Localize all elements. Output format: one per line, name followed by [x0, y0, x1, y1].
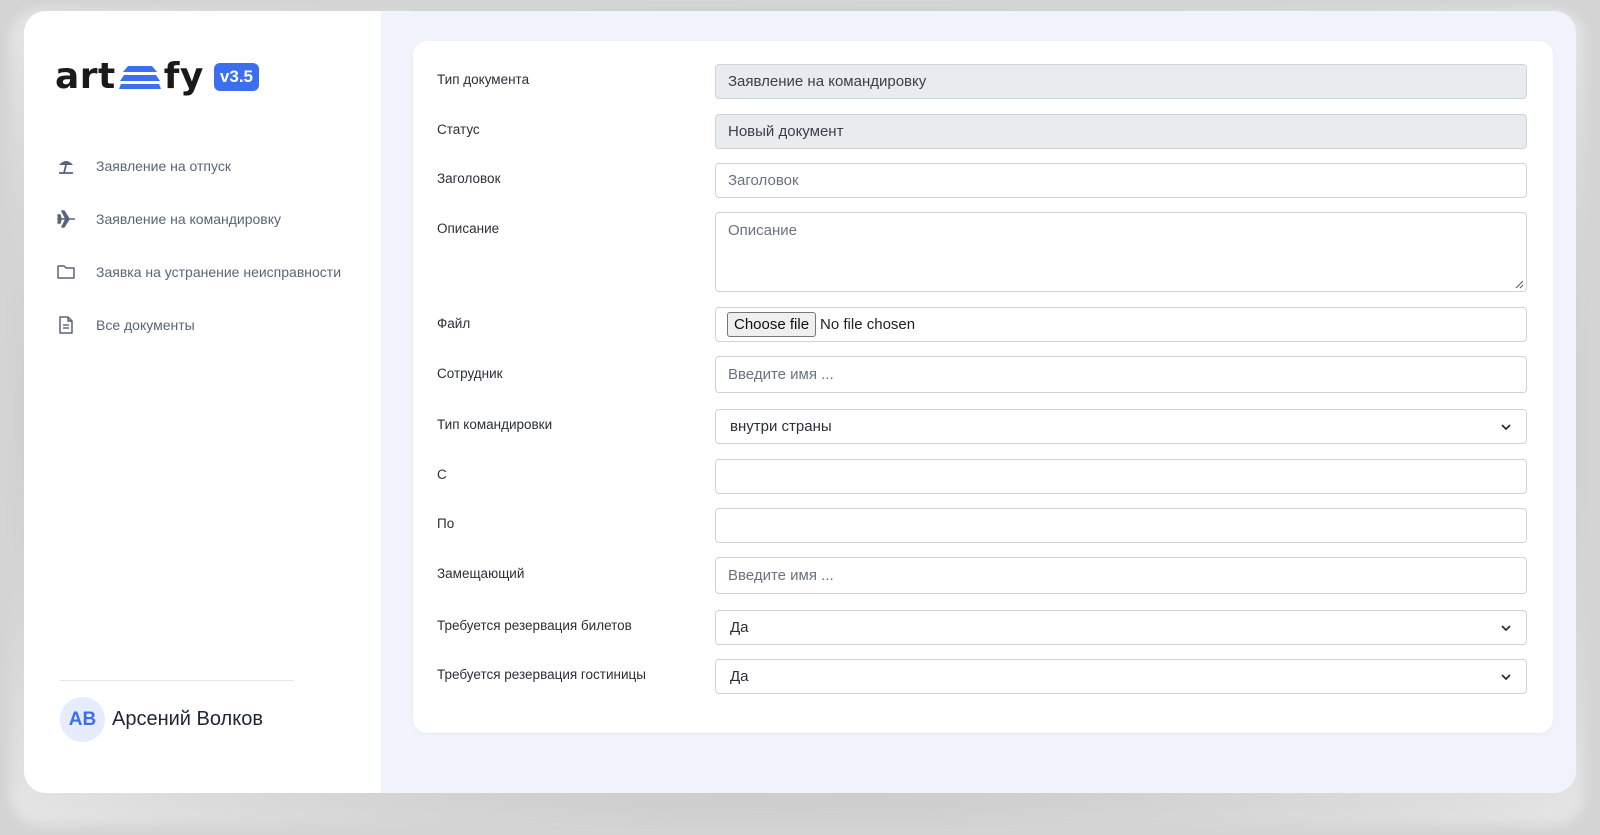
sidebar-divider: [60, 680, 294, 681]
resize-grip-icon[interactable]: [1514, 279, 1524, 289]
file-input: Choose file No file chosen: [715, 307, 1527, 342]
sidebar-item-label: Заявка на устранение неисправности: [96, 263, 342, 280]
version-badge: v3.5: [213, 62, 259, 91]
hotel-value: Да: [730, 668, 749, 685]
sidebar: art fy v3.5 Заявление на отпуск Заявлени…: [24, 11, 381, 793]
app-window: art fy v3.5 Заявление на отпуск Заявлени…: [24, 11, 1576, 793]
chevron-down-icon: [1501, 624, 1511, 631]
avatar: АВ: [60, 697, 105, 742]
employee-label: Сотрудник: [437, 366, 503, 381]
sidebar-item-label: Заявление на отпуск: [96, 157, 231, 174]
chevron-down-icon: [1501, 673, 1511, 680]
trip-type-value: внутри страны: [730, 418, 832, 435]
main-content: Тип документа Заявление на командировку …: [381, 11, 1576, 793]
date-to-input[interactable]: [715, 508, 1527, 543]
description-label: Описание: [437, 221, 500, 236]
trip-type-select[interactable]: внутри страны: [715, 409, 1527, 444]
tickets-value: Да: [730, 619, 749, 636]
tickets-select[interactable]: Да: [715, 610, 1527, 645]
chevron-down-icon: [1501, 423, 1511, 430]
sidebar-item-all-documents[interactable]: Все документы: [55, 298, 365, 351]
tickets-label: Требуется резервация билетов: [437, 618, 632, 633]
date-to-label: По: [437, 516, 455, 531]
sidebar-nav: Заявление на отпуск Заявление на команди…: [55, 139, 365, 351]
trip-type-label: Тип командировки: [437, 417, 553, 432]
date-from-label: С: [437, 467, 447, 482]
document-form: Тип документа Заявление на командировку …: [413, 41, 1553, 733]
sidebar-item-label: Все документы: [96, 316, 195, 333]
file-label: Файл: [437, 316, 471, 331]
description-textarea[interactable]: Описание: [715, 212, 1527, 292]
airplane-icon: [55, 208, 77, 230]
folder-icon: [55, 261, 77, 283]
document-icon: [55, 314, 77, 336]
beach-umbrella-icon: [55, 155, 77, 177]
date-from-input[interactable]: [715, 459, 1527, 494]
status-field: Новый документ: [715, 114, 1527, 149]
hotel-select[interactable]: Да: [715, 659, 1527, 694]
sidebar-item-vacation[interactable]: Заявление на отпуск: [55, 139, 365, 192]
user-profile[interactable]: АВ Арсений Волков: [60, 697, 263, 742]
logo-wordmark: art fy: [55, 56, 204, 97]
file-status: No file chosen: [820, 316, 916, 333]
sidebar-item-label: Заявление на командировку: [96, 210, 282, 227]
employee-input[interactable]: Введите имя ...: [715, 356, 1527, 393]
title-input[interactable]: Заголовок: [715, 163, 1527, 198]
hotel-label: Требуется резервация гостиницы: [437, 667, 646, 682]
choose-file-button[interactable]: Choose file: [727, 312, 817, 337]
doc-type-field: Заявление на командировку: [715, 64, 1527, 99]
deputy-label: Замещающий: [437, 566, 525, 581]
user-name: Арсений Волков: [112, 708, 263, 730]
status-label: Статус: [437, 122, 480, 137]
logo-mark-icon: [118, 65, 161, 89]
logo-text-right: fy: [163, 56, 204, 97]
deputy-input[interactable]: Введите имя ...: [715, 557, 1527, 594]
sidebar-item-fault-request[interactable]: Заявка на устранение неисправности: [55, 245, 365, 298]
logo-text-left: art: [55, 56, 116, 97]
logo[interactable]: art fy v3.5: [55, 56, 259, 97]
title-label: Заголовок: [437, 171, 501, 186]
doc-type-label: Тип документа: [437, 72, 530, 87]
description-placeholder: Описание: [728, 222, 798, 239]
sidebar-item-business-trip[interactable]: Заявление на командировку: [55, 192, 365, 245]
